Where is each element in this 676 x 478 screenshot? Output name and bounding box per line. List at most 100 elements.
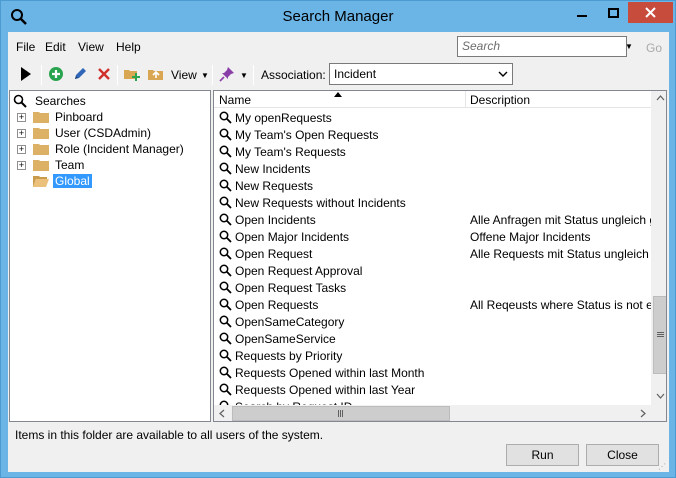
- list-item[interactable]: Requests Opened within last Month: [214, 364, 651, 381]
- menu-help[interactable]: Help: [116, 40, 141, 54]
- list-item[interactable]: Open Request Alle Requests mit Status ung…: [214, 245, 651, 262]
- search-icon: [219, 196, 232, 209]
- search-icon: [219, 230, 232, 243]
- minimize-button[interactable]: [567, 2, 597, 23]
- search-icon: [219, 383, 232, 396]
- run-button[interactable]: [15, 63, 37, 85]
- edit-button[interactable]: [69, 63, 91, 85]
- association-select[interactable]: Incident: [329, 63, 513, 85]
- pin-dropdown-icon[interactable]: ▼: [240, 71, 248, 80]
- sort-ascending-icon: [334, 92, 342, 97]
- list-item[interactable]: OpenSameService: [214, 330, 651, 347]
- tree-item-label: Role (Incident Manager): [55, 142, 184, 156]
- list-item-name: OpenSameService: [235, 332, 336, 346]
- scroll-corner: [651, 405, 666, 421]
- search-icon: [219, 247, 232, 260]
- tree-item-pinboard[interactable]: + Pinboard: [17, 109, 105, 125]
- list-item[interactable]: New Incidents: [214, 160, 651, 177]
- list-item-name: Requests by Priority: [235, 349, 343, 363]
- horizontal-scroll-thumb[interactable]: [232, 406, 450, 421]
- folder-icon: [33, 128, 49, 139]
- list-item[interactable]: Requests Opened within last Year: [214, 381, 651, 398]
- resize-grip-icon[interactable]: ⋰: [658, 462, 666, 471]
- list-item[interactable]: Open Request Approval: [214, 262, 651, 279]
- vertical-scrollbar[interactable]: [651, 91, 666, 405]
- list-item[interactable]: Open Incidents Alle Anfragen mit Status u…: [214, 211, 651, 228]
- view-menu-button[interactable]: View: [171, 68, 197, 82]
- expand-icon[interactable]: +: [17, 113, 26, 122]
- pin-icon: [219, 67, 234, 82]
- column-header-name[interactable]: Name: [219, 93, 251, 107]
- list-item-name: Open Requests: [235, 298, 319, 312]
- go-button[interactable]: Go: [646, 41, 662, 55]
- toolbar: View ▼ ▼ Association: Incident: [8, 60, 669, 90]
- list-item[interactable]: Open Major Incidents Offene Major Inciden…: [214, 228, 651, 245]
- menu-edit[interactable]: Edit: [45, 40, 66, 54]
- search-icon: [219, 179, 232, 192]
- chevron-down-icon: [498, 71, 508, 77]
- vertical-scroll-thumb[interactable]: [653, 296, 666, 374]
- list-item[interactable]: My Team's Requests: [214, 143, 651, 160]
- tree-item-role[interactable]: + Role (Incident Manager): [17, 141, 186, 157]
- list-item-name: New Incidents: [235, 162, 311, 176]
- add-button[interactable]: [45, 63, 67, 85]
- folder-up-icon: [148, 70, 163, 80]
- scroll-left-icon[interactable]: [219, 409, 225, 418]
- list-item[interactable]: Open Request Tasks: [214, 279, 651, 296]
- tree-item-label: Pinboard: [55, 110, 104, 124]
- maximize-icon: [607, 7, 619, 18]
- add-icon: [49, 67, 63, 81]
- horizontal-scrollbar[interactable]: [214, 405, 651, 421]
- search-dropdown-icon[interactable]: ▼: [625, 42, 633, 51]
- list-item[interactable]: OpenSameCategory: [214, 313, 651, 330]
- close-window-button[interactable]: [628, 2, 673, 23]
- list-item-name: New Requests: [235, 179, 314, 193]
- pin-button[interactable]: [216, 63, 238, 85]
- client-area: File Edit View Help Search ▼ Go View ▼ ▼…: [8, 32, 669, 472]
- list-item-name: Requests Opened within last Month: [235, 366, 425, 380]
- menu-view[interactable]: View: [78, 40, 104, 54]
- close-dialog-button[interactable]: Close: [586, 444, 659, 466]
- list-item-name: Open Request: [235, 247, 313, 261]
- maximize-button[interactable]: [598, 2, 628, 23]
- list-item[interactable]: New Requests without Incidents: [214, 194, 651, 211]
- expand-icon[interactable]: +: [17, 129, 26, 138]
- menu-file[interactable]: File: [16, 40, 35, 54]
- new-folder-button[interactable]: [121, 63, 143, 85]
- expand-icon[interactable]: +: [17, 161, 26, 170]
- folder-icon: [33, 144, 49, 155]
- search-input[interactable]: Search: [457, 36, 627, 57]
- association-label: Association:: [261, 68, 326, 82]
- scroll-up-icon[interactable]: [656, 95, 665, 101]
- list-item-description: Alle Requests mit Status ungleich gesc: [470, 247, 651, 261]
- list-item-description: Offene Major Incidents: [470, 230, 591, 244]
- scroll-right-icon[interactable]: [640, 409, 646, 418]
- scroll-down-icon[interactable]: [656, 393, 665, 399]
- tree-item-global[interactable]: Global: [33, 173, 92, 189]
- search-icon: [219, 315, 232, 328]
- list-item[interactable]: My Team's Open Requests: [214, 126, 651, 143]
- tree-item-user[interactable]: + User (CSDAdmin): [17, 125, 153, 141]
- column-header-description[interactable]: Description: [470, 93, 530, 107]
- view-dropdown-icon[interactable]: ▼: [201, 71, 209, 80]
- new-folder-icon: [124, 70, 140, 81]
- tree-root-searches[interactable]: Searches: [13, 93, 88, 109]
- expand-icon[interactable]: +: [17, 145, 26, 154]
- folder-icon: [33, 112, 49, 123]
- list-item-description: All Reqeusts where Status is not equal: [470, 298, 651, 312]
- delete-button[interactable]: [93, 63, 115, 85]
- folder-up-button[interactable]: [145, 63, 167, 85]
- list-item-name: My openRequests: [235, 111, 332, 125]
- list-item[interactable]: My openRequests: [214, 109, 651, 126]
- run-dialog-button[interactable]: Run: [506, 444, 579, 466]
- list-item[interactable]: Search by Request ID: [214, 398, 651, 405]
- list-item-name: Open Request Tasks: [235, 281, 347, 295]
- list-item[interactable]: Open Requests All Reqeusts where Status i…: [214, 296, 651, 313]
- tree-item-team[interactable]: + Team: [17, 157, 86, 173]
- list-item[interactable]: Requests by Priority: [214, 347, 651, 364]
- close-icon: [645, 7, 656, 18]
- search-icon: [219, 128, 232, 141]
- list-item[interactable]: New Requests: [214, 177, 651, 194]
- title-bar[interactable]: Search Manager: [1, 1, 675, 32]
- list-item-name: OpenSameCategory: [235, 315, 345, 329]
